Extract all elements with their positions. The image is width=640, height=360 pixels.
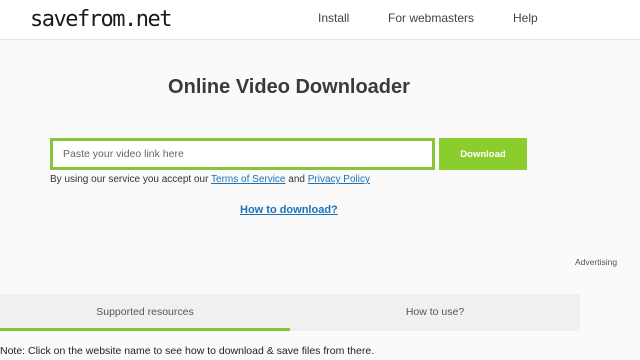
terms-and-text: and [288, 174, 305, 185]
note-text: Note: Click on the website name to see h… [0, 345, 375, 357]
terms-prefix-text: By using our service you accept our [50, 174, 209, 185]
nav-webmasters-link[interactable]: For webmasters [388, 11, 474, 25]
how-to-download-link[interactable]: How to download? [240, 204, 338, 216]
nav-help-link[interactable]: Help [513, 11, 538, 25]
site-header: savefrom.net Install For webmasters Help [0, 0, 640, 40]
site-logo[interactable]: savefrom.net [30, 5, 172, 35]
privacy-policy-link[interactable]: Privacy Policy [308, 174, 370, 185]
tab-how-to-use[interactable]: How to use? [290, 294, 580, 331]
terms-notice: By using our service you accept our Term… [50, 174, 370, 185]
tab-supported-resources[interactable]: Supported resources [0, 294, 290, 331]
resource-tabs: Supported resources How to use? [0, 294, 580, 331]
advertising-label: Advertising [575, 257, 618, 267]
nav-install-link[interactable]: Install [318, 11, 349, 25]
video-url-input[interactable] [50, 138, 435, 170]
page-title: Online Video Downloader [168, 76, 410, 98]
terms-of-service-link[interactable]: Terms of Service [211, 174, 285, 185]
download-button[interactable]: Download [439, 138, 527, 170]
